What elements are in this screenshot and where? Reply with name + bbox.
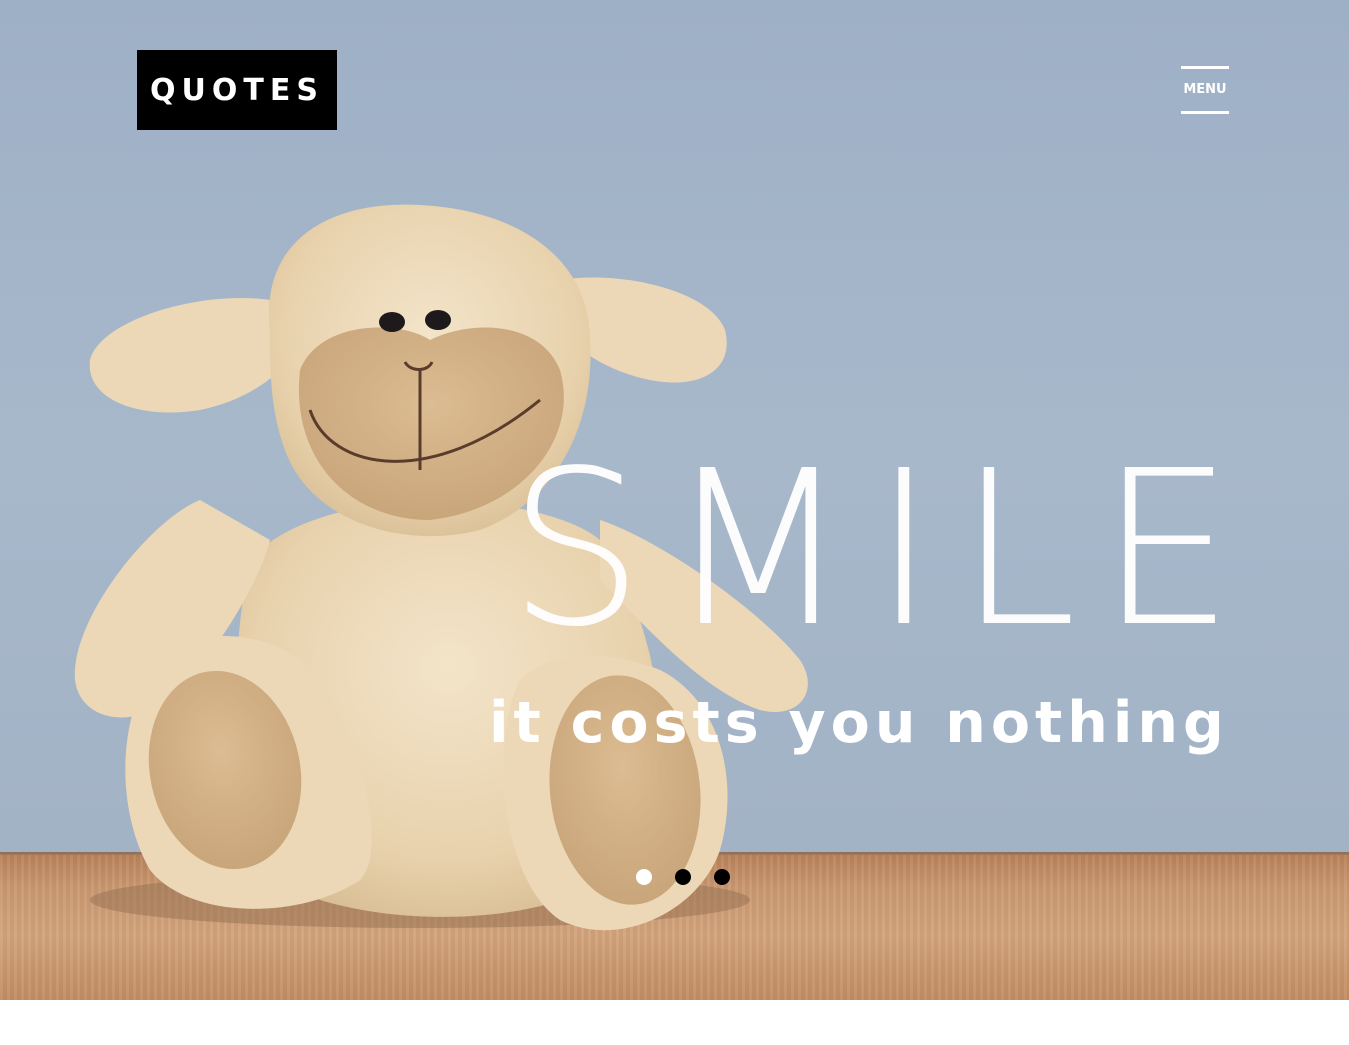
- hero-headline: SMILE: [508, 425, 1257, 674]
- menu-top-line: [1181, 66, 1229, 69]
- page-footer-area: [0, 1000, 1349, 1045]
- slider-dot-2[interactable]: [675, 869, 691, 885]
- site-logo[interactable]: QUOTES: [137, 50, 337, 130]
- menu-bottom-line: [1181, 111, 1229, 114]
- menu-button[interactable]: MENU: [1181, 66, 1229, 116]
- hero-subline: it costs you nothing: [489, 690, 1229, 756]
- slider-dot-3[interactable]: [714, 869, 730, 885]
- hero-section: QUOTES MENU SMILE it costs you nothing: [0, 0, 1349, 1000]
- slider-dot-1[interactable]: [636, 869, 652, 885]
- slider-pagination: [636, 869, 746, 887]
- menu-label: MENU: [1183, 82, 1227, 97]
